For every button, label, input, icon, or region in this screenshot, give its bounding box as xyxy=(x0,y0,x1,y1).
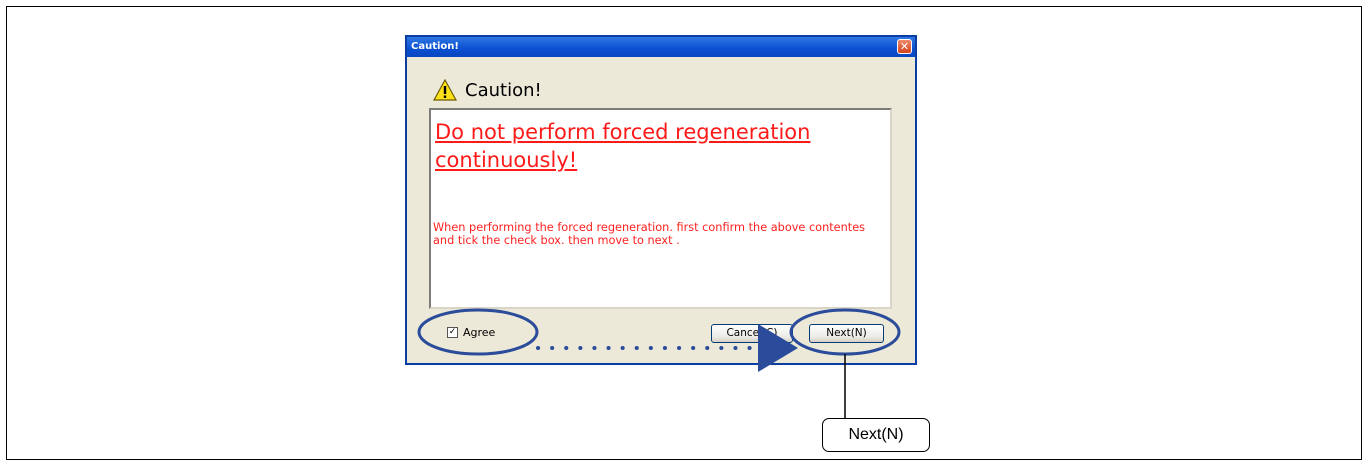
annotation-overlay xyxy=(417,308,901,419)
next-highlight-ellipse xyxy=(789,308,901,356)
next-callout-label: Next(N) xyxy=(822,418,930,452)
agree-highlight-ellipse xyxy=(417,308,539,356)
